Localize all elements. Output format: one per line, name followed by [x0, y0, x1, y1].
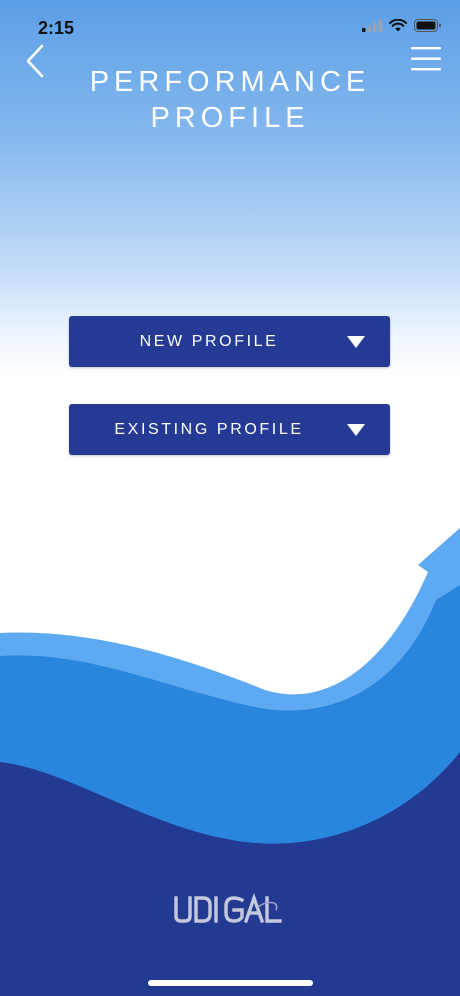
caret-down-icon: [347, 336, 365, 348]
cellular-signal-icon: [362, 19, 382, 32]
caret-down-icon: [347, 424, 365, 436]
new-profile-dropdown[interactable]: NEW PROFILE: [69, 316, 390, 367]
existing-profile-label: EXISTING PROFILE: [114, 421, 304, 438]
new-profile-label: NEW PROFILE: [139, 333, 279, 350]
page-title-line-1: PERFORMANCE: [89, 66, 371, 98]
udi-gal-logo: [174, 892, 282, 924]
page-title-line-2: PROFILE: [150, 102, 310, 134]
status-bar: 2:15: [0, 0, 460, 50]
page-title: PERFORMANCE PROFILE: [0, 64, 460, 136]
home-indicator: [148, 980, 313, 986]
status-time: 2:15: [38, 18, 75, 38]
wifi-icon: [389, 19, 407, 32]
status-icons: [362, 19, 442, 32]
performance-profile-screen: 2:15 PERFORMANCE PROFILE NEW PROFILE EXI…: [0, 0, 460, 996]
existing-profile-dropdown[interactable]: EXISTING PROFILE: [69, 404, 390, 455]
battery-icon: [414, 19, 441, 32]
